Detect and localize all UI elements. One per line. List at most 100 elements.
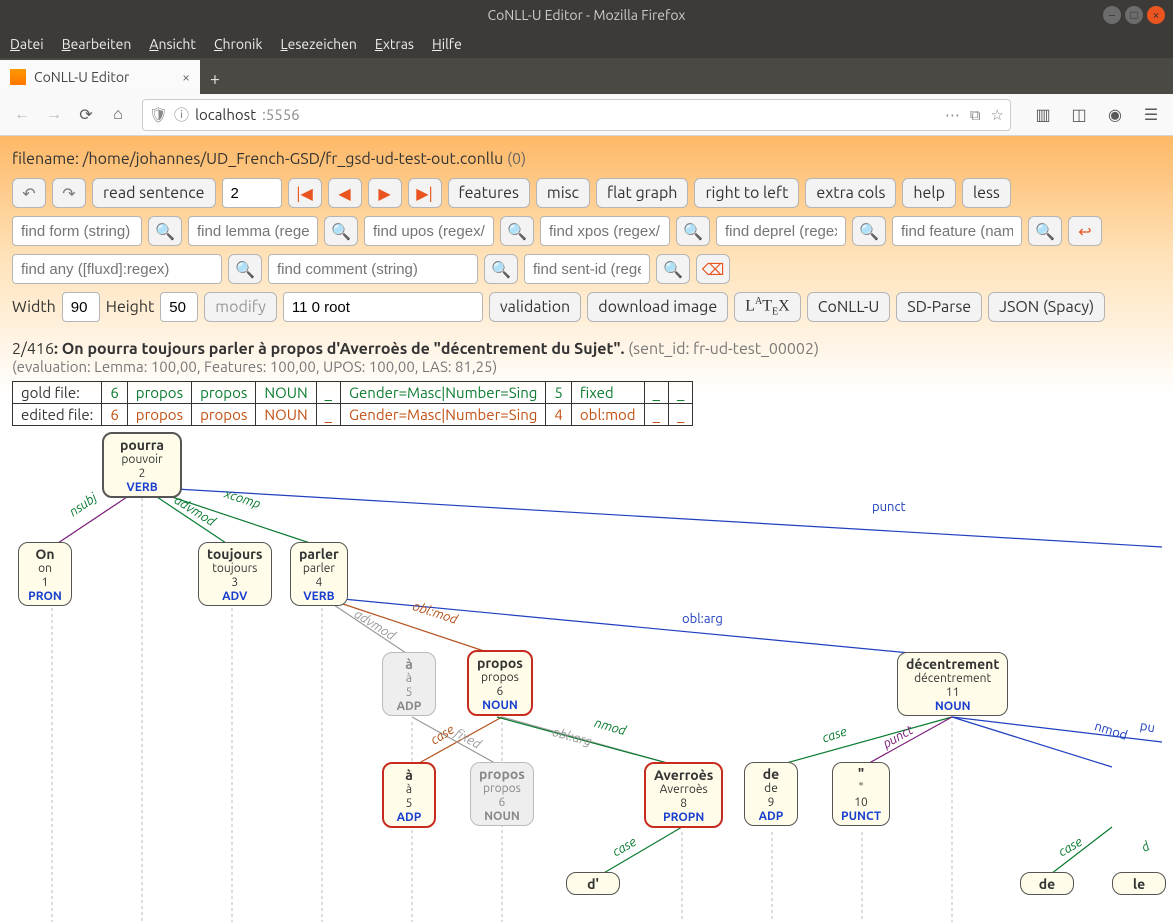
search-upos-icon[interactable]: 🔍 — [500, 216, 534, 246]
library-icon[interactable]: ▥ — [1029, 101, 1057, 129]
flat-graph-button[interactable]: flat graph — [596, 178, 688, 208]
nav-first-button[interactable]: |◀ — [288, 178, 322, 208]
undo-button[interactable]: ↶ — [12, 178, 46, 208]
menu-file[interactable]: Datei — [10, 36, 44, 52]
nav-back-icon[interactable]: ← — [8, 101, 36, 129]
node-toujours[interactable]: toujours toujours 3 ADV — [198, 542, 272, 606]
dependency-tree: nsubj advmod xcomp punct advmod obl:mod … — [12, 432, 1162, 922]
find-sentid-input[interactable] — [524, 254, 650, 284]
node-propos-red[interactable]: propos propos 6 NOUN — [467, 650, 533, 716]
new-tab-button[interactable]: + — [200, 64, 230, 94]
right-to-left-button[interactable]: right to left — [694, 178, 799, 208]
find-deprel-input[interactable] — [716, 216, 846, 246]
window-titlebar: CoNLL-U Editor - Mozilla Firefox – □ × — [0, 0, 1173, 30]
account-icon[interactable]: ◉ — [1101, 101, 1129, 129]
menu-view[interactable]: Ansicht — [149, 36, 196, 52]
search-any-icon[interactable]: 🔍 — [228, 254, 262, 284]
find-lemma-input[interactable] — [188, 216, 318, 246]
menu-extras[interactable]: Extras — [375, 36, 414, 52]
sentence-info: 2/416: On pourra toujours parler à propo… — [12, 340, 1161, 358]
modify-button[interactable]: modify — [204, 292, 277, 322]
window-minimize-icon[interactable]: – — [1103, 6, 1121, 24]
node-quote[interactable]: " " 10 PUNCT — [832, 762, 890, 826]
node-propos-grey[interactable]: propos propos 6 NOUN — [470, 762, 534, 826]
menu-edit[interactable]: Bearbeiten — [62, 36, 132, 52]
width-input[interactable] — [62, 292, 100, 322]
search-lemma-icon[interactable]: 🔍 — [324, 216, 358, 246]
edge-oblarg: obl:arg — [682, 612, 723, 626]
url-port: :5556 — [262, 106, 300, 123]
window-maximize-icon[interactable]: □ — [1125, 6, 1143, 24]
find-any-input[interactable] — [12, 254, 222, 284]
node-de9[interactable]: de de 9 ADP — [744, 762, 798, 826]
misc-button[interactable]: misc — [536, 178, 590, 208]
sentence-num-input[interactable] — [222, 178, 282, 208]
conllu-button[interactable]: CoNLL-U — [807, 292, 891, 322]
nav-home-icon[interactable]: ⌂ — [104, 101, 132, 129]
search-deprel-icon[interactable]: 🔍 — [852, 216, 886, 246]
url-star-icon[interactable]: ☆ — [991, 106, 1004, 124]
nav-last-button[interactable]: ▶| — [408, 178, 442, 208]
menubar: Datei Bearbeiten Ansicht Chronik Lesezei… — [0, 30, 1173, 58]
extra-cols-button[interactable]: extra cols — [805, 178, 896, 208]
search-form-icon[interactable]: 🔍 — [148, 216, 182, 246]
search-comment-icon[interactable]: 🔍 — [484, 254, 518, 284]
node-le[interactable]: le — [1112, 872, 1166, 895]
search-sentid-icon[interactable]: 🔍 — [656, 254, 690, 284]
table-row-gold: gold file: 6 propos propos NOUN _ Gender… — [13, 382, 693, 404]
table-row-edited: edited file: 6 propos propos NOUN _ Gend… — [13, 404, 693, 426]
sidebar-icon[interactable]: ◫ — [1065, 101, 1093, 129]
node-on[interactable]: On on 1 PRON — [18, 542, 72, 606]
download-image-button[interactable]: download image — [587, 292, 728, 322]
reset-search-button[interactable]: ↩ — [1068, 216, 1102, 246]
nav-forward-icon[interactable]: → — [40, 101, 68, 129]
nav-reload-icon[interactable]: ⟳ — [72, 101, 100, 129]
node-pourra[interactable]: pourra pouvoir 2 VERB — [102, 432, 182, 498]
url-reader-icon[interactable]: ⧉ — [970, 106, 981, 124]
node-de14[interactable]: de — [1020, 872, 1074, 895]
tree-command-input[interactable] — [283, 292, 483, 322]
find-form-input[interactable] — [12, 216, 142, 246]
node-parler[interactable]: parler parler 4 VERB — [290, 542, 348, 606]
nav-prev-button[interactable]: ◀ — [328, 178, 362, 208]
redo-button[interactable]: ↷ — [52, 178, 86, 208]
url-more-icon[interactable]: ⋯ — [945, 106, 960, 124]
info-icon[interactable]: ⓘ — [174, 104, 189, 125]
find-upos-input[interactable] — [364, 216, 494, 246]
filename-suffix: (0) — [507, 150, 526, 168]
filename-line: filename: /home/johannes/UD_French-GSD/f… — [12, 150, 1161, 168]
height-input[interactable] — [160, 292, 198, 322]
hamburger-icon[interactable]: ☰ — [1137, 101, 1165, 129]
nav-next-button[interactable]: ▶ — [368, 178, 402, 208]
shield-icon[interactable]: 🛡 — [149, 106, 168, 124]
sdparse-button[interactable]: SD-Parse — [896, 292, 982, 322]
validation-button[interactable]: validation — [489, 292, 581, 322]
node-averroes[interactable]: Averroès Averroès 8 PROPN — [644, 762, 723, 828]
menu-history[interactable]: Chronik — [214, 36, 263, 52]
help-button[interactable]: help — [902, 178, 956, 208]
node-a-red[interactable]: à à 5 ADP — [382, 762, 436, 828]
latex-button[interactable]: LATEX — [734, 292, 800, 322]
tab-active[interactable]: CoNLL-U Editor × — [0, 60, 200, 94]
features-button[interactable]: features — [448, 178, 530, 208]
read-sentence-button[interactable]: read sentence — [92, 178, 216, 208]
search-feature-icon[interactable]: 🔍 — [1028, 216, 1062, 246]
menu-bookmarks[interactable]: Lesezeichen — [280, 36, 356, 52]
less-button[interactable]: less — [962, 178, 1011, 208]
window-close-icon[interactable]: × — [1147, 6, 1165, 24]
url-bar[interactable]: 🛡 ⓘ localhost:5556 ⋯ ⧉ ☆ — [142, 99, 1011, 131]
browser-toolbar: ← → ⟳ ⌂ 🛡 ⓘ localhost:5556 ⋯ ⧉ ☆ ▥ ◫ ◉ ☰ — [0, 94, 1173, 136]
find-xpos-input[interactable] — [540, 216, 670, 246]
menu-help[interactable]: Hilfe — [432, 36, 462, 52]
filename-label: filename: — [12, 150, 79, 168]
node-decentrement[interactable]: décentrement décentrement 11 NOUN — [897, 652, 1008, 716]
tab-close-icon[interactable]: × — [182, 69, 190, 85]
find-comment-input[interactable] — [268, 254, 478, 284]
sentence-counter: 2/416 — [12, 340, 54, 358]
clear-sentid-icon[interactable]: ⌫ — [696, 254, 730, 284]
node-a-grey[interactable]: à à 5 ADP — [382, 652, 436, 716]
json-spacy-button[interactable]: JSON (Spacy) — [988, 292, 1105, 322]
search-xpos-icon[interactable]: 🔍 — [676, 216, 710, 246]
find-feature-input[interactable] — [892, 216, 1022, 246]
node-dprime[interactable]: d' — [566, 872, 620, 895]
